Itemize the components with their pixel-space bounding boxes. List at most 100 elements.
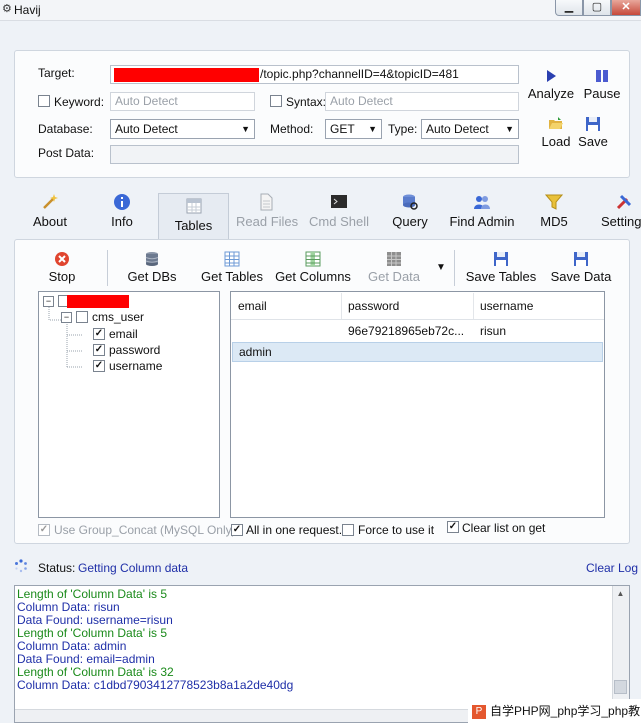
tab-label: MD5 (540, 214, 568, 229)
syntax-input[interactable]: Auto Detect (325, 92, 519, 111)
analyze-button[interactable]: Analyze (527, 68, 575, 101)
column-checkbox-email[interactable]: ✓ (93, 328, 105, 340)
cell-username: risun (480, 324, 507, 338)
scroll-up-icon[interactable]: ▲ (614, 587, 627, 601)
minimize-button[interactable]: ▁ (555, 0, 583, 16)
status-label: Status: (38, 561, 76, 575)
redacted-database-name (67, 295, 129, 308)
syntax-label: Syntax: (286, 95, 327, 109)
pause-button[interactable]: Pause (582, 68, 622, 101)
column-checkbox-password[interactable]: ✓ (93, 344, 105, 356)
column-header-email[interactable]: email (232, 293, 342, 319)
postdata-input[interactable] (110, 145, 519, 164)
schema-tree[interactable]: − − cms_user ✓ email ✓ password ✓ userna… (38, 291, 220, 518)
watermark-logo: P (472, 704, 486, 719)
scroll-thumb[interactable] (614, 680, 627, 694)
stop-icon (55, 252, 69, 266)
all-in-one-checkbox[interactable]: ✓ (231, 524, 243, 536)
database-label: Database: (38, 122, 93, 136)
clear-list-checkbox[interactable]: ✓ (447, 521, 459, 533)
document-icon (260, 193, 273, 211)
watermark-text: 自学PHP网_php学习_php教 (490, 704, 641, 718)
data-grid-icon (387, 252, 401, 266)
stop-button[interactable]: Stop (44, 251, 80, 284)
collapse-toggle[interactable]: − (61, 312, 72, 323)
group-concat-label: Use Group_Concat (MySQL Only) (54, 523, 236, 537)
tab-read-files[interactable]: Read Files (236, 193, 298, 233)
syntax-checkbox[interactable] (270, 95, 282, 107)
title-bar: ⚙ Havij ▁ ▢ ✕ (0, 0, 641, 21)
info-icon (114, 194, 130, 210)
clear-log-link[interactable]: Clear Log (586, 561, 638, 575)
toolbar-divider (454, 250, 455, 286)
target-input[interactable]: /topic.php?channelID=4&topicID=481 (110, 65, 519, 84)
column-header-username[interactable]: username (474, 293, 604, 319)
tab-label: About (33, 214, 67, 229)
save-tables-button[interactable]: Save Tables (465, 251, 537, 284)
get-data-label: Get Data (367, 269, 421, 284)
tab-query[interactable]: Query (390, 193, 430, 233)
tab-label: Find Admin (449, 214, 515, 229)
tab-md5[interactable]: MD5 (536, 193, 572, 233)
tab-cmd-shell[interactable]: Cmd Shell (309, 193, 369, 233)
save-tables-label: Save Tables (465, 269, 537, 284)
load-button[interactable]: Load (538, 116, 574, 149)
tab-label: Tables (174, 218, 213, 233)
header-divider (231, 319, 604, 320)
get-columns-button[interactable]: Get Columns (275, 251, 351, 284)
database-query-icon (403, 194, 418, 210)
method-select[interactable]: GET ▼ (325, 119, 382, 139)
folder-open-icon (549, 117, 563, 129)
keyword-checkbox[interactable] (38, 95, 50, 107)
force-checkbox[interactable] (342, 524, 354, 536)
tab-find-admin[interactable]: Find Admin (448, 193, 516, 233)
terminal-icon (331, 195, 347, 208)
get-columns-label: Get Columns (275, 269, 351, 284)
tab-about[interactable]: About (26, 193, 74, 233)
status-value: Getting Column data (78, 561, 189, 575)
data-grid[interactable]: email password username 96e79218965eb72c… (230, 291, 605, 518)
app-icon: ⚙ (2, 3, 12, 15)
column-checkbox-username[interactable]: ✓ (93, 360, 105, 372)
chevron-down-icon: ▼ (368, 124, 377, 134)
tab-tables[interactable]: Tables (158, 193, 229, 239)
save-button[interactable]: Save (576, 116, 610, 149)
save-data-button[interactable]: Save Data (550, 251, 612, 284)
save-data-label: Save Data (550, 269, 612, 284)
wand-icon (43, 194, 58, 209)
table-row[interactable]: 96e79218965eb72c... risun (232, 321, 603, 343)
tools-icon (616, 194, 632, 210)
group-concat-checkbox[interactable]: ✓ (38, 524, 50, 536)
close-button[interactable]: ✕ (611, 0, 641, 16)
type-label: Type: (388, 122, 418, 136)
tab-settings[interactable]: Settings (601, 193, 641, 233)
play-icon (547, 70, 556, 82)
chevron-down-icon[interactable]: ▼ (436, 262, 446, 273)
table-row[interactable]: admin (232, 342, 603, 362)
type-select[interactable]: Auto Detect ▼ (421, 119, 519, 139)
force-label: Force to use it (358, 523, 435, 537)
cell-email: admin (239, 345, 272, 359)
column-header-password[interactable]: password (342, 293, 474, 319)
keyword-label: Keyword: (54, 95, 105, 109)
keyword-input[interactable]: Auto Detect (110, 92, 255, 111)
get-dbs-button[interactable]: Get DBs (125, 251, 179, 284)
target-url-suffix: /topic.php?channelID=4&topicID=481 (260, 67, 459, 81)
users-icon (474, 196, 490, 209)
maximize-button[interactable]: ▢ (583, 0, 611, 16)
toolbar-divider (107, 250, 108, 286)
tab-label: Settings (601, 214, 641, 229)
table-checkbox[interactable] (76, 311, 88, 323)
chevron-down-icon: ▼ (241, 124, 250, 134)
database-select[interactable]: Auto Detect ▼ (110, 119, 255, 139)
get-tables-button[interactable]: Get Tables (200, 251, 264, 284)
method-value: GET (330, 122, 355, 136)
spinner-icon (15, 559, 27, 573)
get-dbs-label: Get DBs (127, 269, 177, 284)
get-data-button[interactable]: Get Data (366, 251, 422, 284)
analyze-label: Analyze (527, 86, 575, 101)
tab-info[interactable]: Info (104, 193, 140, 233)
tree-table-name: cms_user (92, 310, 145, 324)
method-label: Method: (270, 122, 314, 136)
collapse-toggle[interactable]: − (43, 296, 54, 307)
